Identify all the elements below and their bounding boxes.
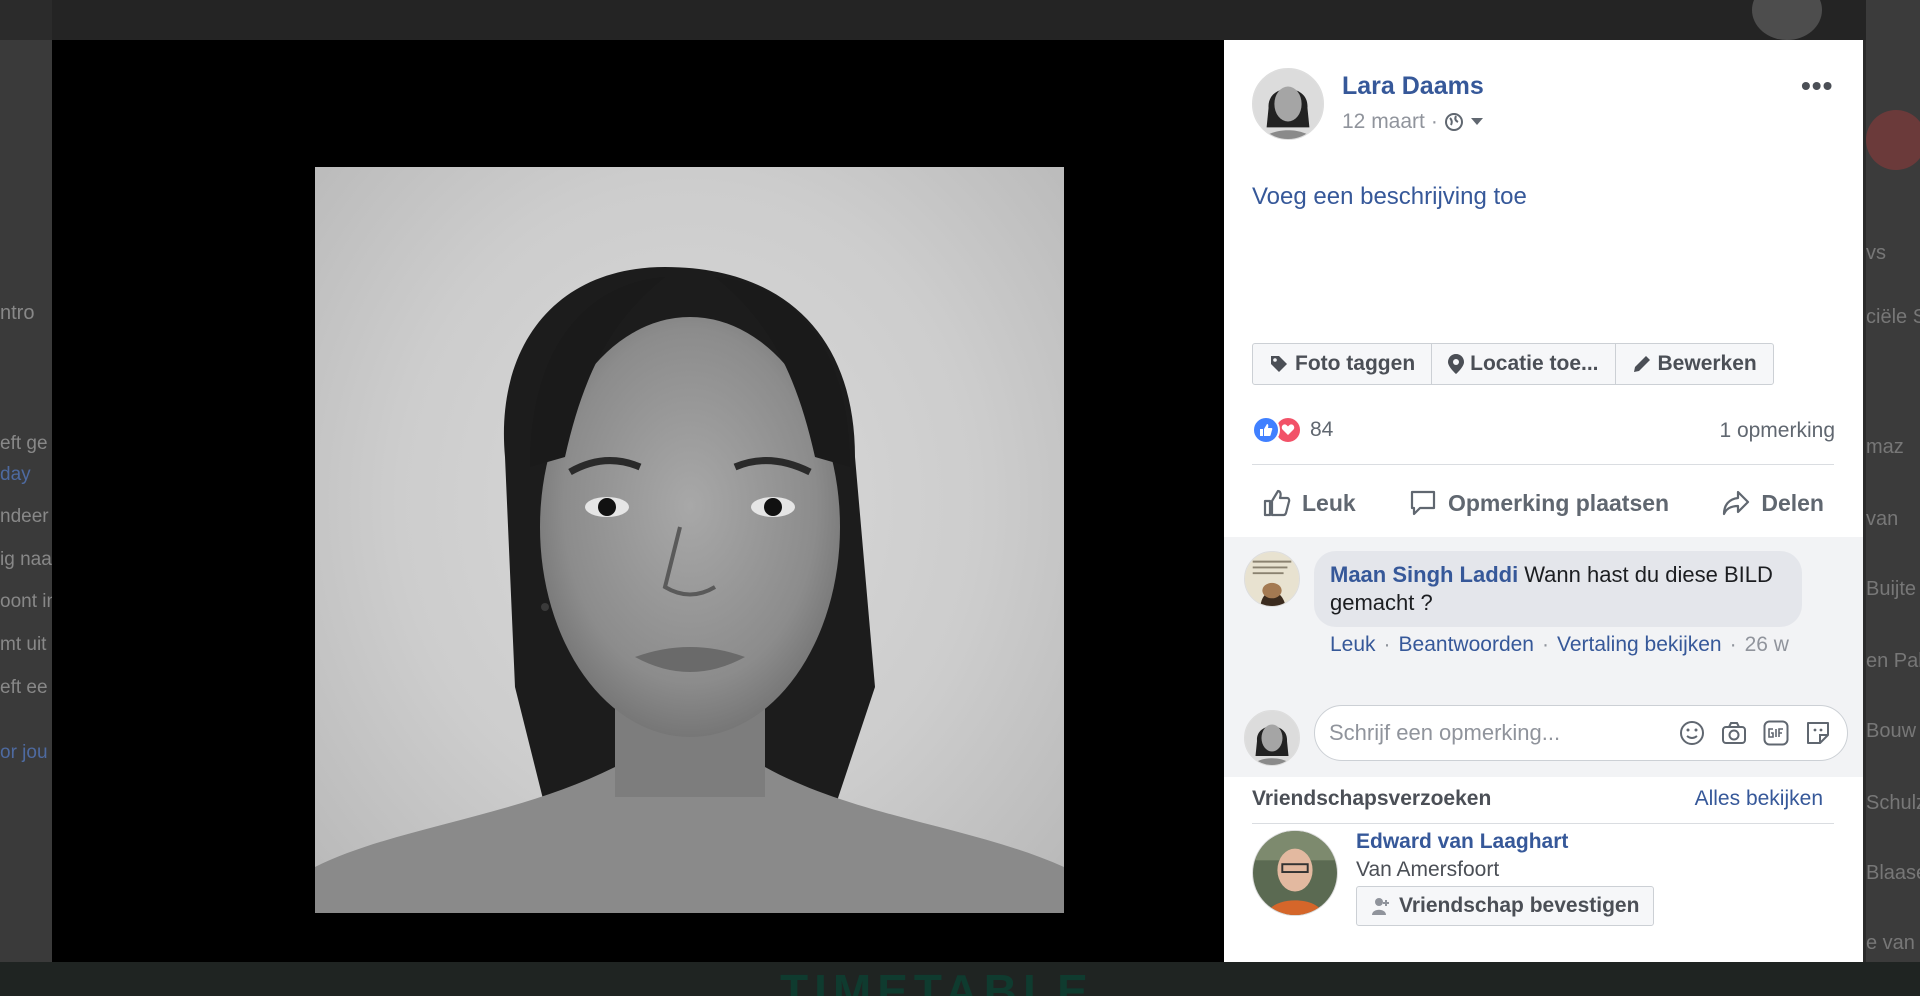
add-friend-icon (1372, 898, 1389, 915)
pencil-icon (1633, 356, 1650, 372)
background-right-text: Bouw (1866, 720, 1917, 742)
comment-actions: Leuk · Beantwoorden · Vertaling bekijken… (1330, 633, 1789, 657)
background-right-text: vs (1866, 242, 1886, 264)
tag-photo-label: Foto taggen (1295, 352, 1416, 375)
location-pin-icon (1448, 354, 1465, 374)
friend-avatar[interactable] (1252, 830, 1338, 916)
background-top-strip (52, 0, 1866, 40)
add-location-button[interactable]: Locatie toe... (1432, 344, 1616, 384)
add-location-label: Locatie toe... (1470, 352, 1599, 375)
background-banner: TIMETABLE (780, 965, 1094, 996)
commenter-avatar[interactable] (1244, 551, 1300, 607)
friend-name[interactable]: Edward van Laaghart (1356, 830, 1568, 854)
comment-action-dot: · (1383, 633, 1391, 656)
portrait-photo (315, 167, 1064, 913)
background-right-text: Schulz (1866, 792, 1920, 814)
share-label: Delen (1761, 489, 1824, 516)
background-left-text: eft ee (0, 677, 48, 698)
emoji-icon[interactable] (1677, 718, 1707, 748)
author-avatar[interactable] (1252, 68, 1324, 140)
reaction-count: 84 (1310, 418, 1334, 441)
background-left-text: eft ge (0, 433, 48, 454)
comment-reply-link[interactable]: Beantwoorden (1399, 633, 1534, 657)
background-left-link: day (0, 464, 31, 485)
background-left-text: ntro (0, 302, 35, 324)
reactions-summary[interactable]: 84 (1252, 416, 1333, 444)
comment-input-icons (1677, 718, 1833, 748)
camera-icon[interactable] (1719, 718, 1749, 748)
current-user-avatar (1244, 710, 1300, 766)
add-description-link[interactable]: Voeg een beschrijving toe (1252, 183, 1527, 211)
background-left-text: mt uit (0, 634, 47, 655)
like-label: Leuk (1302, 489, 1356, 516)
background-right-text: van (1866, 508, 1899, 530)
comment-bubble: Maan Singh Laddi Wann hast du diese BILD … (1314, 551, 1802, 627)
post-side-panel: Lara Daams 12 maart · ••• Voeg een besch… (1224, 40, 1863, 962)
divider (1252, 464, 1834, 465)
privacy-dropdown-icon[interactable] (1470, 117, 1484, 127)
confirm-friend-label: Vriendschap bevestigen (1399, 894, 1640, 917)
write-comment-box (1314, 705, 1848, 761)
confirm-friend-button[interactable]: Vriendschap bevestigen (1356, 886, 1655, 926)
comment-action-dot: · (1541, 633, 1549, 656)
comment-author[interactable]: Maan Singh Laddi (1330, 562, 1518, 587)
thumbs-up-icon (1263, 489, 1291, 517)
friend-requests-header: Vriendschapsverzoeken (1252, 787, 1492, 810)
background-left-text: ndeer (0, 506, 49, 527)
gif-icon[interactable] (1761, 718, 1791, 748)
tag-icon (1271, 356, 1287, 372)
background-avatar (1866, 110, 1920, 170)
comment-input[interactable] (1329, 720, 1677, 746)
comment-time[interactable]: 26 w (1745, 633, 1789, 657)
background-right-text: maz (1866, 436, 1904, 458)
author-name[interactable]: Lara Daams (1342, 72, 1484, 101)
photo-stage[interactable] (52, 40, 1224, 962)
background-right-text: Blaase (1866, 862, 1920, 884)
edit-label: Bewerken (1657, 352, 1757, 375)
background-right-text: ciële S (1866, 306, 1920, 328)
comment-label: Opmerking plaatsen (1447, 489, 1670, 516)
comment-translate-link[interactable]: Vertaling bekijken (1557, 633, 1722, 657)
comment-action-dot: · (1729, 633, 1737, 656)
edit-button[interactable]: Bewerken (1616, 344, 1773, 384)
see-all-link[interactable]: Alles bekijken (1695, 787, 1823, 811)
background-left-text: ig naa (0, 549, 52, 570)
comment-like-link[interactable]: Leuk (1330, 633, 1376, 657)
comment-count-link[interactable]: 1 opmerking (1719, 419, 1835, 443)
share-button[interactable]: Delen (1711, 488, 1834, 518)
background-left-link: or jou (0, 742, 48, 763)
tag-photo-button[interactable]: Foto taggen (1253, 344, 1433, 384)
like-button[interactable]: Leuk (1252, 488, 1366, 518)
friend-location: Van Amersfoort (1356, 858, 1500, 881)
post-date[interactable]: 12 maart (1342, 110, 1425, 134)
post-meta: 12 maart · (1342, 110, 1484, 134)
comment-icon (1410, 490, 1436, 516)
sticker-icon[interactable] (1803, 718, 1833, 748)
meta-separator: · (1430, 110, 1438, 133)
ellipsis-icon[interactable]: ••• (1801, 70, 1833, 102)
background-left-text: oont in (0, 591, 58, 612)
like-reaction-icon (1252, 416, 1280, 444)
share-icon (1723, 490, 1750, 516)
background-right-text: Buijte (1866, 578, 1917, 600)
comment-button[interactable]: Opmerking plaatsen (1398, 488, 1679, 518)
friend-requests-section: Vriendschapsverzoeken Alles bekijken Edw… (1224, 777, 1863, 962)
photo-action-bar: Foto taggen Locatie toe... Bewerken (1252, 343, 1774, 385)
divider (1252, 823, 1834, 824)
background-right-text: e van (1866, 932, 1915, 954)
social-action-bar: Leuk Opmerking plaatsen Delen (1252, 480, 1834, 526)
background-right-text: en Pal (1866, 650, 1920, 672)
globe-icon[interactable] (1444, 112, 1464, 132)
